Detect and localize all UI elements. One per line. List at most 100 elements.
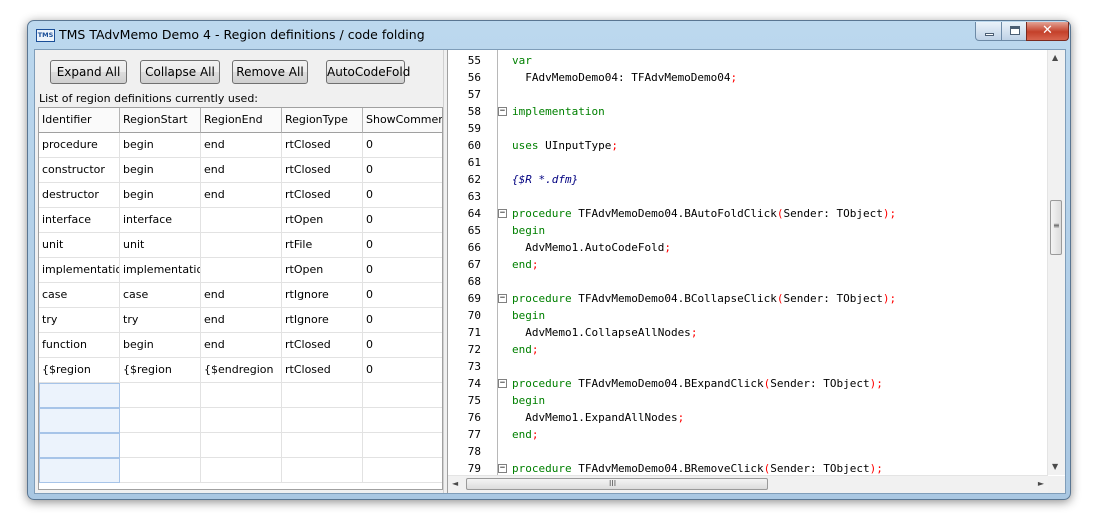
grid-cell[interactable] [282,408,363,433]
region-grid[interactable]: Identifier RegionStart RegionEnd RegionType… [38,107,443,490]
grid-header-row[interactable]: Identifier RegionStart RegionEnd RegionType… [39,108,442,133]
grid-cell[interactable]: unit [120,233,201,258]
code-line[interactable]: var [512,52,532,69]
grid-cell[interactable] [282,433,363,458]
grid-edit-cell[interactable] [39,383,120,408]
fold-toggle-icon[interactable]: − [498,294,507,303]
code-line[interactable]: FAdvMemoDemo04: TFAdvMemoDemo04; [512,69,737,86]
table-row[interactable]: interface interface rtOpen 0 [39,208,442,233]
code-line[interactable]: end; [512,256,539,273]
fold-toggle-icon[interactable]: − [498,379,507,388]
grid-cell[interactable]: function [39,333,120,358]
code-line[interactable]: begin [512,222,545,239]
grid-cell[interactable]: case [120,283,201,308]
grid-cell[interactable]: try [120,308,201,333]
table-row[interactable]: {$region {$region {$endregion rtClosed 0 [39,358,442,383]
scroll-up-icon[interactable]: ▲ [1052,53,1058,63]
column-header[interactable]: ShowComments [363,108,442,133]
column-header[interactable]: Identifier [39,108,120,133]
code-line[interactable]: procedure TFAdvMemoDemo04.BAutoFoldClick… [512,205,896,222]
table-row[interactable] [39,458,442,483]
grid-cell[interactable] [282,458,363,483]
grid-cell[interactable]: {$region [120,358,201,383]
code-line[interactable]: implementation [512,103,605,120]
horizontal-scroll-thumb[interactable]: III [466,478,768,490]
grid-cell[interactable]: rtClosed [282,158,363,183]
grid-cell[interactable]: 0 [363,133,442,158]
grid-cell[interactable]: 0 [363,333,442,358]
grid-cell[interactable]: 0 [363,233,442,258]
grid-cell[interactable]: rtClosed [282,183,363,208]
code-line[interactable]: uses UInputType; [512,137,618,154]
grid-cell[interactable]: end [201,308,282,333]
table-row[interactable] [39,383,442,408]
code-line[interactable]: begin [512,307,545,324]
grid-cell[interactable]: 0 [363,183,442,208]
table-row[interactable]: function begin end rtClosed 0 [39,333,442,358]
scroll-left-icon[interactable]: ◄ [452,479,458,489]
grid-cell[interactable]: rtIgnore [282,308,363,333]
code-line[interactable]: AdvMemo1.AutoCodeFold; [512,239,671,256]
grid-cell[interactable]: case [39,283,120,308]
code-editor[interactable]: 55 56 57 58 59 60 61 62 63 64 65 66 67 68 69 70 71 72 73 74… [447,50,1065,493]
grid-edit-cell[interactable] [39,433,120,458]
grid-cell[interactable]: implementation [39,258,120,283]
grid-cell[interactable]: {$region [39,358,120,383]
grid-cell[interactable]: begin [120,183,201,208]
grid-cell[interactable]: 0 [363,258,442,283]
grid-cell[interactable]: end [201,283,282,308]
grid-edit-cell[interactable] [39,408,120,433]
code-line[interactable]: procedure TFAdvMemoDemo04.BExpandClick(S… [512,375,883,392]
grid-cell[interactable] [201,433,282,458]
expand-all-button[interactable]: Expand All [50,60,127,84]
code-line[interactable]: begin [512,392,545,409]
table-row[interactable] [39,433,442,458]
grid-cell[interactable]: end [201,183,282,208]
grid-cell[interactable]: try [39,308,120,333]
auto-code-fold-button[interactable]: AutoCodeFold [326,60,410,84]
grid-cell[interactable]: 0 [363,208,442,233]
minimize-button[interactable] [975,22,1002,41]
grid-cell[interactable]: rtClosed [282,358,363,383]
collapse-all-button[interactable]: Collapse All [140,60,220,84]
grid-cell[interactable] [282,383,363,408]
column-header[interactable]: RegionStart [120,108,201,133]
grid-cell[interactable] [201,233,282,258]
table-row[interactable] [39,408,442,433]
fold-toggle-icon[interactable]: − [498,107,507,116]
grid-cell[interactable] [363,458,442,483]
table-row[interactable]: destructor begin end rtClosed 0 [39,183,442,208]
grid-edit-cell[interactable] [39,458,120,483]
close-button[interactable]: ✕ [1026,22,1069,41]
table-row[interactable]: unit unit rtFile 0 [39,233,442,258]
grid-cell[interactable]: destructor [39,183,120,208]
grid-cell[interactable]: rtOpen [282,258,363,283]
table-row[interactable]: case case end rtIgnore 0 [39,283,442,308]
grid-cell[interactable]: 0 [363,308,442,333]
table-row[interactable]: implementationimplementation rtOpen0 [39,258,442,283]
code-line[interactable]: {$R *.dfm} [512,171,578,188]
scroll-down-icon[interactable]: ▼ [1052,462,1058,472]
grid-cell[interactable] [120,458,201,483]
grid-cell[interactable]: rtClosed [282,333,363,358]
grid-cell[interactable]: begin [120,333,201,358]
scroll-right-icon[interactable]: ► [1038,479,1044,489]
grid-cell[interactable]: procedure [39,133,120,158]
title-bar[interactable]: TMS TMS TAdvMemo Demo 4 - Region definit… [28,21,1070,49]
grid-cell[interactable]: begin [120,133,201,158]
fold-toggle-icon[interactable]: − [498,464,507,473]
horizontal-scrollbar[interactable]: ◄ III ► [448,475,1048,493]
grid-cell[interactable]: 0 [363,358,442,383]
grid-cell[interactable]: interface [120,208,201,233]
vertical-scrollbar[interactable]: ▲ ≡ ▼ [1047,50,1065,475]
grid-cell[interactable]: unit [39,233,120,258]
grid-cell[interactable]: implementation [120,258,201,283]
grid-cell[interactable] [363,408,442,433]
grid-cell[interactable] [201,208,282,233]
grid-cell[interactable] [120,408,201,433]
grid-cell[interactable] [201,458,282,483]
grid-cell[interactable]: rtClosed [282,133,363,158]
column-header[interactable]: RegionType [282,108,363,133]
grid-cell[interactable]: rtOpen [282,208,363,233]
table-row[interactable]: try try end rtIgnore 0 [39,308,442,333]
